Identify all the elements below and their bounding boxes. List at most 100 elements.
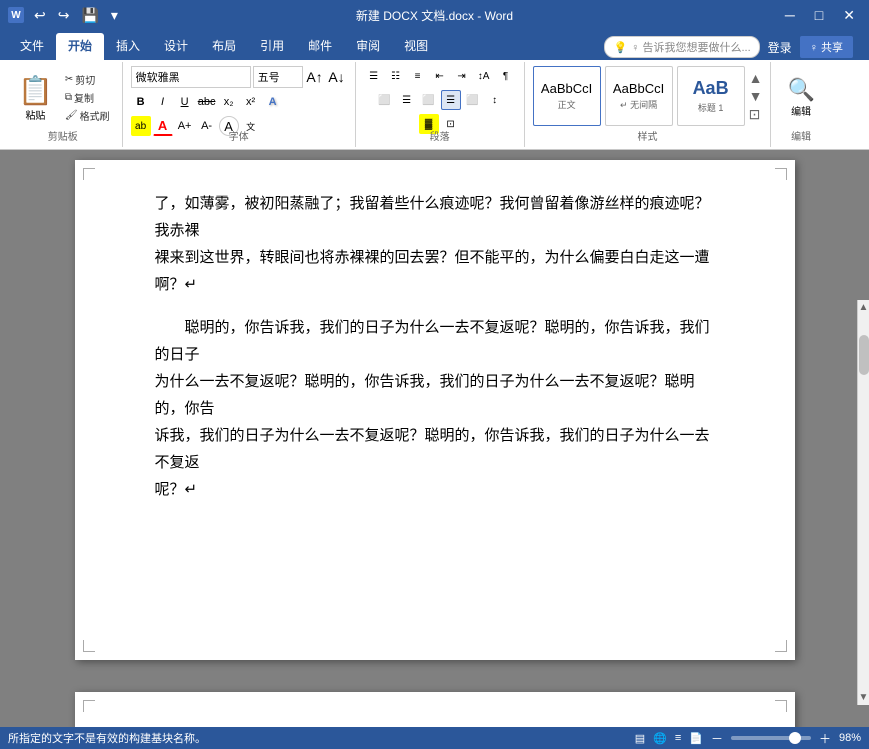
decrease-font-button[interactable]: A↓	[327, 67, 347, 87]
tab-file[interactable]: 文件	[8, 33, 56, 60]
zoom-in-button[interactable]: ＋	[819, 730, 831, 747]
font-color-button[interactable]: A	[153, 116, 173, 136]
minimize-button[interactable]: ─	[779, 5, 801, 25]
font-size-up2-button[interactable]: A+	[175, 116, 195, 136]
close-button[interactable]: ✕	[837, 5, 861, 26]
zoom-out-button[interactable]: －	[711, 730, 723, 747]
save-button[interactable]: 💾	[77, 5, 102, 26]
login-button[interactable]: 登录	[768, 39, 792, 56]
doc-paragraph-6: 呢？↵	[155, 476, 715, 503]
doc-paragraph-1: 了，如薄雾，被初阳蒸融了；我留着些什么痕迹呢？我何曾留着像游丝样的痕迹呢？我赤裸	[155, 190, 715, 244]
show-marks-button[interactable]: ¶	[496, 66, 516, 86]
find-button[interactable]: 🔍 编辑	[779, 73, 822, 122]
decrease-indent-button[interactable]: ⇤	[430, 66, 450, 86]
style-zhengwen[interactable]: AaBbCcI 正文	[533, 66, 601, 126]
clipboard-group: 📋 粘贴 ✂ 剪切 ⧉ 复制 🖌 格式刷 剪贴板	[4, 62, 123, 147]
text-effects-button[interactable]: A	[263, 92, 283, 112]
editing-group-label: 编辑	[791, 128, 811, 143]
styles-scroll-down[interactable]: ▼	[749, 88, 763, 104]
style-zhengwen-preview: AaBbCcI	[541, 81, 592, 96]
tab-layout[interactable]: 布局	[200, 33, 248, 60]
strikethrough-button[interactable]: abc	[197, 92, 217, 112]
bold-button[interactable]: B	[131, 92, 151, 112]
underline-button[interactable]: U	[175, 92, 195, 112]
cut-button[interactable]: ✂ 剪切	[61, 71, 114, 88]
tab-view[interactable]: 视图	[392, 33, 440, 60]
tab-mail[interactable]: 邮件	[296, 33, 344, 60]
paragraph-group: ☰ ☷ ≡ ⇤ ⇥ ↕A ¶ ⬜ ☰ ⬜ ☰ ⬜ ↕ ▓ ⊡ 段落	[356, 62, 525, 147]
styles-scroll-up[interactable]: ▲	[749, 70, 763, 86]
scrollbar-vertical[interactable]: ▲ ▼	[857, 300, 869, 705]
style-zhengwen-label: 正文	[558, 98, 576, 111]
zoom-thumb	[789, 732, 801, 744]
zoom-slider[interactable]	[731, 736, 811, 740]
highlight-button[interactable]: ab	[131, 116, 151, 136]
multilevel-button[interactable]: ≡	[408, 66, 428, 86]
status-bar: 所指定的文字不是有效的构建基块名称。 ▤ 🌐 ≡ 📄 － ＋ 98%	[0, 727, 869, 749]
increase-indent-button[interactable]: ⇥	[452, 66, 472, 86]
style-no-spacing-label: ↵ 无间隔	[620, 98, 657, 111]
font-name-row: A↑ A↓	[131, 66, 347, 88]
doc-paragraph-3: 聪明的，你告诉我，我们的日子为什么一去不复返呢？聪明的，你告诉我，我们的日子	[155, 314, 715, 368]
styles-more[interactable]: ⊡	[749, 106, 763, 123]
italic-button[interactable]: I	[153, 92, 173, 112]
font-size-input[interactable]	[253, 66, 303, 88]
line-spacing-button[interactable]: ↕	[485, 90, 505, 110]
qa-dropdown[interactable]: ▾	[107, 5, 122, 26]
view-mode-draft[interactable]: 📄	[689, 732, 703, 745]
document-page-2: ↵	[75, 692, 795, 727]
quick-access-toolbar: ↩ ↪ 💾 ▾	[30, 5, 122, 26]
share-button[interactable]: ♀ 共享	[800, 36, 853, 58]
ribbon-tabs: 文件 开始 插入 设计 布局 引用 邮件 审阅 视图	[0, 30, 596, 60]
status-bar-right: ▤ 🌐 ≡ 📄 － ＋ 98%	[635, 730, 861, 747]
distribute-button[interactable]: ⬜	[463, 90, 483, 110]
style-no-spacing[interactable]: AaBbCcI ↵ 无间隔	[605, 66, 673, 126]
scroll-down-arrow[interactable]: ▼	[857, 690, 869, 705]
tab-review[interactable]: 审阅	[344, 33, 392, 60]
align-right-button[interactable]: ⬜	[419, 90, 439, 110]
styles-scroll: ▲ ▼ ⊡	[749, 70, 763, 123]
styles-label: 样式	[638, 128, 658, 143]
view-mode-print[interactable]: ▤	[635, 732, 645, 745]
format-painter-icon: 🖌	[65, 110, 78, 121]
zoom-level[interactable]: 98%	[839, 732, 861, 744]
redo-button[interactable]: ↪	[54, 5, 74, 26]
tab-design[interactable]: 设计	[152, 33, 200, 60]
bullets-button[interactable]: ☰	[364, 66, 384, 86]
paragraph-label: 段落	[430, 128, 450, 143]
view-mode-web[interactable]: 🌐	[653, 732, 667, 745]
status-message: 所指定的文字不是有效的构建基块名称。	[8, 730, 206, 746]
view-mode-outline[interactable]: ≡	[675, 732, 681, 744]
doc-paragraph-5: 诉我，我们的日子为什么一去不复返呢？聪明的，你告诉我，我们的日子为什么一去不复返	[155, 422, 715, 476]
copy-button[interactable]: ⧉ 复制	[61, 89, 114, 106]
undo-button[interactable]: ↩	[30, 5, 50, 26]
align-center-button[interactable]: ☰	[397, 90, 417, 110]
tell-me-search[interactable]: 💡 ♀ 告诉我您想要做什么...	[604, 36, 759, 58]
subscript-button[interactable]: x₂	[219, 92, 239, 112]
font-size-down2-button[interactable]: A-	[197, 116, 217, 136]
tab-references[interactable]: 引用	[248, 33, 296, 60]
superscript-button[interactable]: x²	[241, 92, 261, 112]
scissors-icon: ✂	[65, 74, 73, 85]
lightbulb-icon: 💡	[613, 41, 627, 54]
clipboard-label: 剪贴板	[48, 128, 78, 143]
increase-font-button[interactable]: A↑	[305, 67, 325, 87]
scroll-thumb[interactable]	[859, 335, 869, 375]
tab-home[interactable]: 开始	[56, 33, 104, 60]
font-label: 字体	[229, 128, 249, 143]
doc-paragraph-4: 为什么一去不复返呢？聪明的，你告诉我，我们的日子为什么一去不复返呢？聪明的，你告	[155, 368, 715, 422]
justify-button[interactable]: ☰	[441, 90, 461, 110]
tab-insert[interactable]: 插入	[104, 33, 152, 60]
sort-button[interactable]: ↕A	[474, 66, 494, 86]
maximize-button[interactable]: □	[809, 5, 829, 25]
format-label: 格式刷	[80, 108, 110, 123]
format-painter-button[interactable]: 🖌 格式刷	[61, 107, 114, 124]
numbering-button[interactable]: ☷	[386, 66, 406, 86]
font-name-input[interactable]	[131, 66, 251, 88]
scroll-up-arrow[interactable]: ▲	[857, 300, 869, 315]
style-heading1[interactable]: AaB 标题 1	[677, 66, 745, 126]
font-group: A↑ A↓ B I U abc x₂ x² A ab A A+ A- A 文 字…	[123, 62, 356, 147]
paste-button[interactable]: 📋 粘贴	[12, 70, 59, 126]
corner-tl-2	[83, 700, 95, 712]
align-left-button[interactable]: ⬜	[375, 90, 395, 110]
